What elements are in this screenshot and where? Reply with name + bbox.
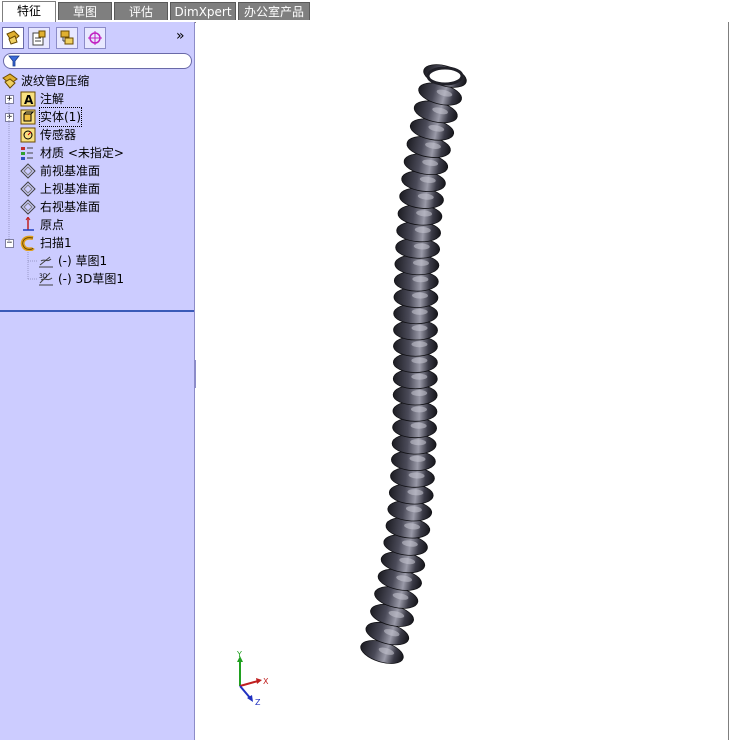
feature-tree-icon	[6, 30, 20, 45]
tab-office-products[interactable]: 办公室产品	[238, 2, 310, 20]
coordinate-triad: Y X Z	[236, 650, 269, 707]
tab-evaluate[interactable]: 评估	[114, 2, 168, 20]
collapse-chevron-icon[interactable]: »	[176, 28, 185, 44]
command-manager-tabs: 特征 草图 评估 DimXpert 办公室产品	[0, 0, 729, 23]
dimxpert-manager-tab[interactable]	[84, 27, 106, 49]
tree-filter-input[interactable]	[3, 53, 192, 69]
property-manager-icon	[32, 30, 46, 46]
feature-tree-tab[interactable]	[2, 27, 24, 49]
tree-item-label: (-) 3D草图1	[58, 272, 125, 286]
configuration-manager-tab[interactable]	[56, 27, 78, 49]
x-axis-label: X	[263, 677, 269, 686]
x-axis	[239, 680, 259, 687]
bellows-tube-model[interactable]	[196, 22, 729, 740]
property-manager-tab[interactable]	[28, 27, 50, 49]
configuration-manager-icon	[60, 30, 74, 45]
tube-opening	[426, 66, 464, 86]
tab-features[interactable]: 特征	[2, 1, 56, 22]
y-axis-label: Y	[236, 650, 242, 659]
panel-tab-bar: »	[0, 22, 194, 50]
tab-sketch[interactable]: 草图	[58, 2, 112, 20]
rollback-bar[interactable]	[0, 310, 194, 312]
crosshair-target-icon	[88, 31, 102, 45]
filter-funnel-icon	[8, 55, 20, 67]
feature-manager-panel: » 波纹管B压缩 + A 注解 + 实体(1) 传感器 材质	[0, 22, 195, 740]
tab-dimxpert[interactable]: DimXpert	[170, 2, 236, 20]
tree-connectors	[8, 100, 38, 280]
graphics-viewport[interactable]	[196, 22, 729, 740]
z-axis-label: Z	[255, 698, 261, 707]
tree-item-label: (-) 草图1	[58, 254, 108, 268]
